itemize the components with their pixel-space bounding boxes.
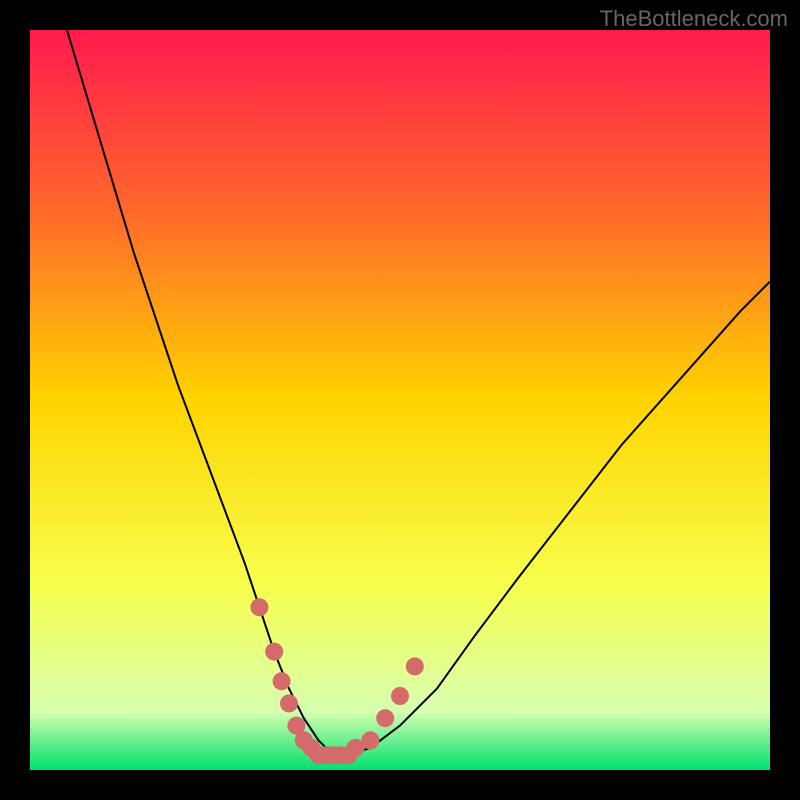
marker-dot — [361, 731, 379, 749]
marker-dot — [376, 709, 394, 727]
marker-dot — [265, 643, 283, 661]
marker-dot — [280, 694, 298, 712]
chart-plot-area — [30, 30, 770, 770]
marker-dot — [250, 598, 268, 616]
marker-dot — [273, 672, 291, 690]
marker-dot — [391, 687, 409, 705]
marker-dot — [406, 657, 424, 675]
chart-background — [30, 30, 770, 770]
watermark-label: TheBottleneck.com — [600, 6, 788, 32]
chart-svg — [30, 30, 770, 770]
